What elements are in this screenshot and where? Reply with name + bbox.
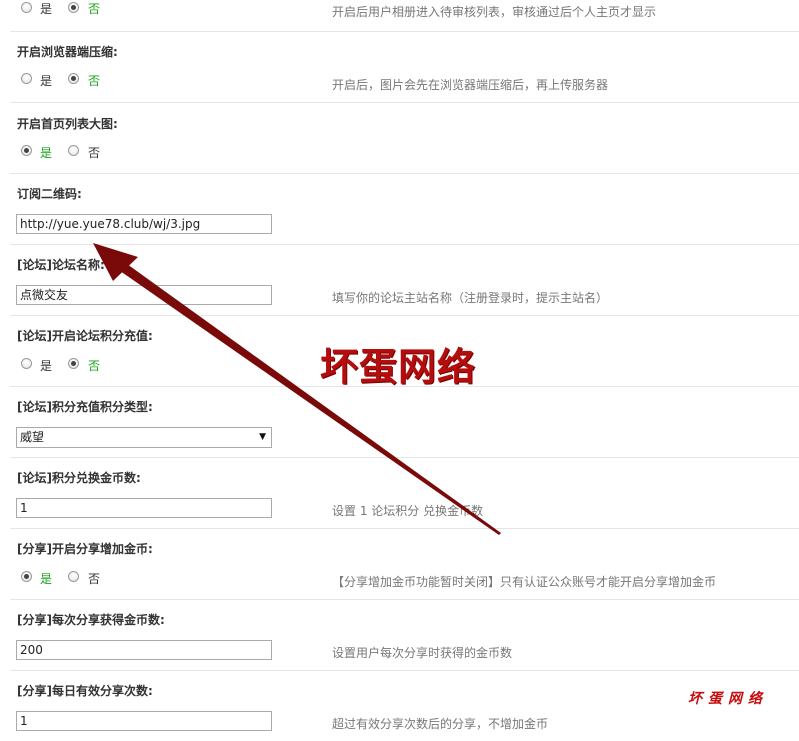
arrow-shaft	[113, 259, 501, 535]
watermark-main: 坏蛋网络	[320, 344, 477, 389]
watermark-small: 坏蛋网络	[688, 691, 768, 707]
